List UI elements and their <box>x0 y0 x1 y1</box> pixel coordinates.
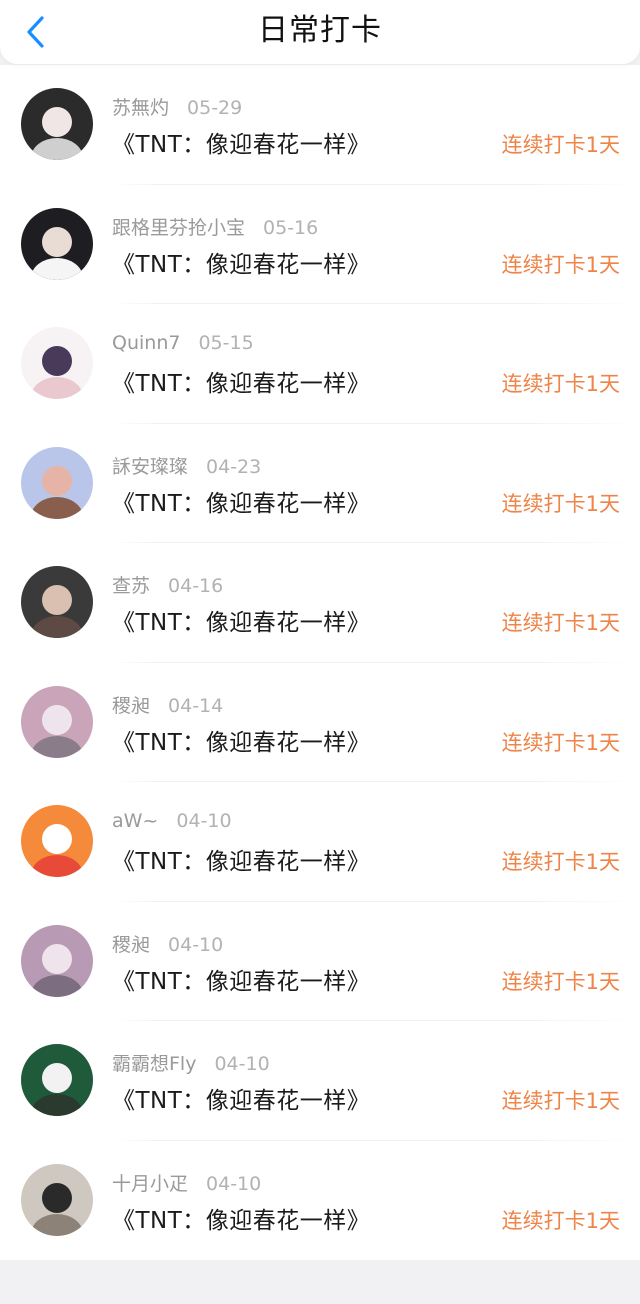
user-avatar[interactable] <box>21 88 93 160</box>
user-meta: Quinn7 05-15 <box>112 332 254 354</box>
user-name[interactable]: 苏無灼 <box>112 97 169 119</box>
course-title: 《TNT：像迎春花一样》 <box>112 132 371 158</box>
checkin-row[interactable]: 稷昶 04-14 《TNT：像迎春花一样》 连续打卡1天 <box>0 663 640 782</box>
user-avatar[interactable] <box>21 327 93 399</box>
course-title: 《TNT：像迎春花一样》 <box>112 968 371 995</box>
user-avatar[interactable] <box>21 924 93 997</box>
streak-label: 连续打卡1天 <box>501 969 620 994</box>
user-name[interactable]: Quinn7 <box>112 332 180 354</box>
checkin-row[interactable]: 苏無灼 05-29 《TNT：像迎春花一样》 连续打卡1天 <box>0 65 640 185</box>
user-avatar[interactable] <box>21 566 93 638</box>
checkin-date: 04-10 <box>214 1053 270 1075</box>
checkin-date: 04-23 <box>206 455 262 478</box>
user-avatar[interactable] <box>21 207 93 280</box>
avatar-image <box>21 207 93 280</box>
checkin-row[interactable]: 十月小疋 04-10 《TNT：像迎春花一样》 连续打卡1天 <box>0 1141 640 1261</box>
streak-label: 连续打卡1天 <box>501 372 620 396</box>
checkin-date: 04-14 <box>168 694 224 717</box>
checkin-date: 04-16 <box>168 575 224 597</box>
avatar-image <box>21 566 93 638</box>
top-bar: 日常打卡 <box>0 0 640 65</box>
avatar-image <box>21 88 93 160</box>
checkin-date: 05-16 <box>263 216 319 239</box>
user-avatar[interactable] <box>21 446 93 519</box>
checkin-date: 04-10 <box>168 933 224 956</box>
user-name[interactable]: aW~ <box>112 810 158 832</box>
streak-label: 连续打卡1天 <box>501 491 620 516</box>
avatar-image <box>21 1044 93 1116</box>
checkin-date: 05-15 <box>198 332 254 354</box>
avatar-image <box>21 805 93 877</box>
checkin-row[interactable]: 訸安璨璨 04-23 《TNT：像迎春花一样》 连续打卡1天 <box>0 424 640 543</box>
avatar-image <box>21 327 93 399</box>
avatar-image <box>21 1163 93 1236</box>
checkin-date: 05-29 <box>187 97 243 119</box>
user-name[interactable]: 訸安璨璨 <box>112 456 188 478</box>
user-avatar[interactable] <box>21 1163 93 1236</box>
user-meta: 稷昶 04-14 <box>112 691 223 718</box>
user-name[interactable]: 跟格里芬抢小宝 <box>112 217 245 239</box>
user-meta: 跟格里芬抢小宝 05-16 <box>112 213 318 240</box>
user-meta: 查苏 04-16 <box>112 571 223 598</box>
course-title: 《TNT：像迎春花一样》 <box>112 610 371 636</box>
checkin-row[interactable]: 霸霸想Fly 04-10 《TNT：像迎春花一样》 连续打卡1天 <box>0 1021 640 1141</box>
user-meta: 十月小疋 04-10 <box>112 1169 261 1196</box>
streak-label: 连续打卡1天 <box>501 252 620 277</box>
streak-label: 连续打卡1天 <box>501 850 620 874</box>
user-meta: 霸霸想Fly 04-10 <box>112 1049 270 1076</box>
course-title: 《TNT：像迎春花一样》 <box>112 371 371 397</box>
user-meta: 稷昶 04-10 <box>112 930 223 957</box>
checkin-row[interactable]: 跟格里芬抢小宝 05-16 《TNT：像迎春花一样》 连续打卡1天 <box>0 185 640 304</box>
streak-label: 连续打卡1天 <box>501 1089 620 1113</box>
user-name[interactable]: 稷昶 <box>112 934 150 956</box>
checkin-row[interactable]: aW~ 04-10 《TNT：像迎春花一样》 连续打卡1天 <box>0 782 640 902</box>
course-title: 《TNT：像迎春花一样》 <box>112 849 371 875</box>
avatar-image <box>21 446 93 519</box>
checkin-date: 04-10 <box>176 810 232 832</box>
streak-label: 连续打卡1天 <box>501 133 620 157</box>
streak-label: 连续打卡1天 <box>501 611 620 635</box>
course-title: 《TNT：像迎春花一样》 <box>112 490 371 517</box>
course-title: 《TNT：像迎春花一样》 <box>112 1207 371 1234</box>
user-meta: aW~ 04-10 <box>112 810 232 832</box>
user-avatar[interactable] <box>21 1044 93 1116</box>
user-name[interactable]: 查苏 <box>112 575 150 597</box>
avatar-image <box>21 924 93 997</box>
page-title: 日常打卡 <box>258 13 382 48</box>
user-name[interactable]: 十月小疋 <box>112 1173 188 1195</box>
user-meta: 訸安璨璨 04-23 <box>112 452 261 479</box>
course-title: 《TNT：像迎春花一样》 <box>112 1088 371 1114</box>
user-avatar[interactable] <box>21 805 93 877</box>
checkin-row[interactable]: Quinn7 05-15 《TNT：像迎春花一样》 连续打卡1天 <box>0 304 640 424</box>
checkin-row[interactable]: 查苏 04-16 《TNT：像迎春花一样》 连续打卡1天 <box>0 543 640 663</box>
checkin-date: 04-10 <box>206 1172 262 1195</box>
streak-label: 连续打卡1天 <box>501 730 620 755</box>
user-meta: 苏無灼 05-29 <box>112 93 242 120</box>
checkin-row[interactable]: 稷昶 04-10 《TNT：像迎春花一样》 连续打卡1天 <box>0 902 640 1021</box>
user-avatar[interactable] <box>21 685 93 758</box>
course-title: 《TNT：像迎春花一样》 <box>112 251 371 278</box>
avatar-image <box>21 685 93 758</box>
course-title: 《TNT：像迎春花一样》 <box>112 729 371 756</box>
user-name[interactable]: 霸霸想Fly <box>112 1053 196 1075</box>
checkin-list: 苏無灼 05-29 《TNT：像迎春花一样》 连续打卡1天 跟格里芬抢小宝 05-16 《T… <box>0 65 640 1260</box>
user-name[interactable]: 稷昶 <box>112 695 150 717</box>
streak-label: 连续打卡1天 <box>501 1208 620 1233</box>
